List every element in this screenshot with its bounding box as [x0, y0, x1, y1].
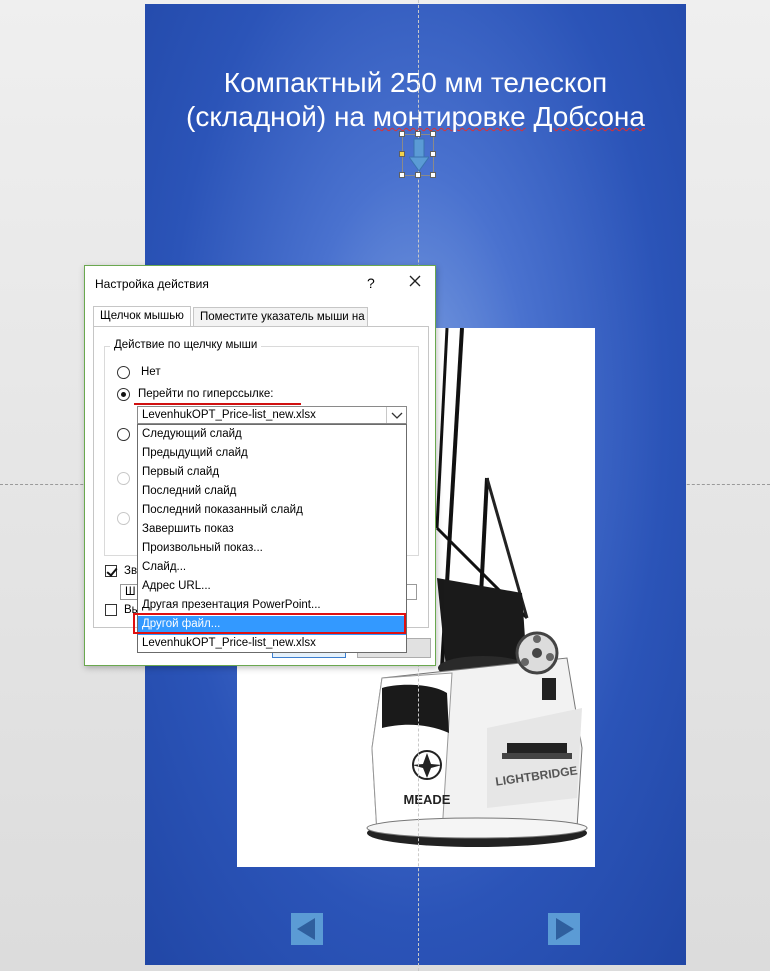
- sound-combo-value: Ш: [125, 586, 136, 598]
- tab-mouse-click[interactable]: Щелчок мышью: [93, 306, 191, 327]
- tab-mouse-over[interactable]: Поместите указатель мыши на: [193, 307, 368, 327]
- title-line-2: (складной) на монтировке Добсона: [186, 101, 645, 132]
- hyperlink-combo[interactable]: LevenhukOPT_Price-list_new.xlsx: [137, 406, 407, 424]
- resize-handle[interactable]: [399, 131, 405, 137]
- radio-object-action[interactable]: [117, 512, 130, 525]
- adjust-handle[interactable]: [399, 151, 405, 157]
- combo-dropdown-button[interactable]: [386, 407, 406, 423]
- meade-logo-text: MEADE: [404, 792, 451, 807]
- list-item[interactable]: Первый слайд: [138, 464, 406, 483]
- list-item[interactable]: Адрес URL...: [138, 578, 406, 597]
- close-icon[interactable]: [407, 273, 423, 289]
- list-item[interactable]: Завершить показ: [138, 521, 406, 540]
- previous-slide-button[interactable]: [291, 913, 323, 945]
- resize-handle[interactable]: [415, 172, 421, 178]
- hyperlink-combo-value: LevenhukOPT_Price-list_new.xlsx: [142, 409, 316, 421]
- highlight-click-checkbox[interactable]: [105, 604, 117, 616]
- list-item[interactable]: LevenhukOPT_Price-list_new.xlsx: [138, 635, 406, 654]
- list-item[interactable]: Произвольный показ...: [138, 540, 406, 559]
- right-arrow-icon: [548, 913, 580, 945]
- list-item[interactable]: Слайд...: [138, 559, 406, 578]
- play-sound-checkbox[interactable]: [105, 565, 117, 577]
- resize-handle[interactable]: [415, 131, 421, 137]
- resize-handle[interactable]: [430, 151, 436, 157]
- resize-handle[interactable]: [430, 131, 436, 137]
- down-arrow-icon: [409, 138, 429, 172]
- radio-none-label: Нет: [141, 366, 161, 378]
- chevron-down-icon: [391, 412, 403, 419]
- annotation-highlight-box: [133, 613, 406, 634]
- resize-handle[interactable]: [430, 172, 436, 178]
- radio-hyperlink[interactable]: [117, 388, 130, 401]
- left-arrow-icon: [291, 913, 323, 945]
- list-item[interactable]: Последний слайд: [138, 483, 406, 502]
- dialog-title: Настройка действия: [95, 277, 209, 291]
- slide-title[interactable]: Компактный 250 мм телескоп (складной) на…: [145, 66, 686, 134]
- radio-none[interactable]: [117, 366, 130, 379]
- selected-arrow-shape[interactable]: [399, 131, 436, 178]
- group-label: Действие по щелчку мыши: [110, 339, 262, 351]
- annotation-underline: [134, 403, 301, 405]
- radio-run-macro[interactable]: [117, 472, 130, 485]
- list-item[interactable]: Последний показанный слайд: [138, 502, 406, 521]
- radio-run-program[interactable]: [117, 428, 130, 441]
- resize-handle[interactable]: [399, 172, 405, 178]
- next-slide-button[interactable]: [548, 913, 580, 945]
- list-item[interactable]: Следующий слайд: [138, 426, 406, 445]
- title-line-1: Компактный 250 мм телескоп: [223, 67, 608, 98]
- help-button[interactable]: ?: [367, 275, 375, 291]
- radio-hyperlink-label: Перейти по гиперссылке:: [138, 388, 274, 400]
- play-sound-label: Зв: [124, 565, 138, 577]
- list-item[interactable]: Предыдущий слайд: [138, 445, 406, 464]
